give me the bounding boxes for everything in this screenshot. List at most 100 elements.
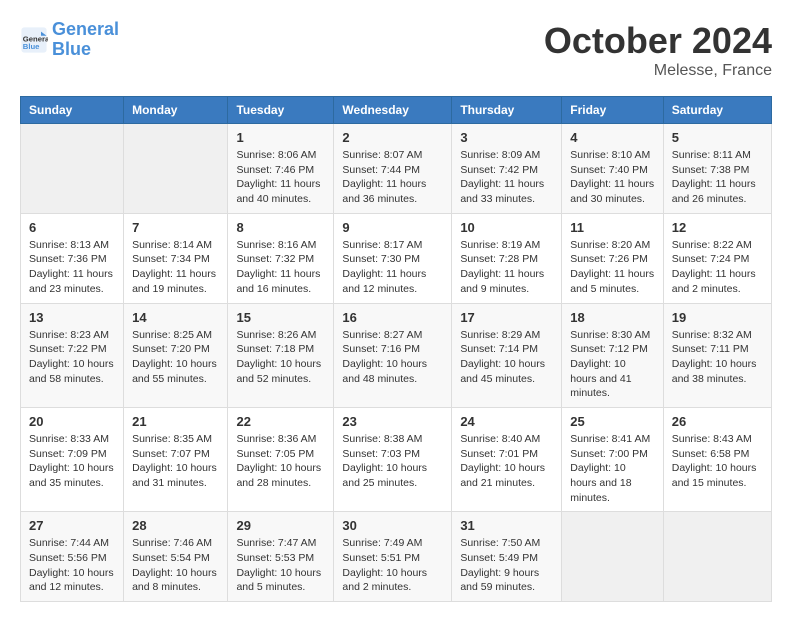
- calendar-cell: 24 Sunrise: 8:40 AMSunset: 7:01 PMDaylig…: [452, 407, 562, 511]
- day-info: Sunrise: 8:14 AMSunset: 7:34 PMDaylight:…: [132, 238, 219, 297]
- day-number: 10: [460, 220, 553, 235]
- day-info: Sunrise: 8:19 AMSunset: 7:28 PMDaylight:…: [460, 238, 553, 297]
- day-info: Sunrise: 8:23 AMSunset: 7:22 PMDaylight:…: [29, 328, 115, 387]
- calendar-cell: 17 Sunrise: 8:29 AMSunset: 7:14 PMDaylig…: [452, 303, 562, 407]
- weekday-header-monday: Monday: [124, 97, 228, 124]
- calendar-cell: 1 Sunrise: 8:06 AMSunset: 7:46 PMDayligh…: [228, 124, 334, 214]
- day-info: Sunrise: 7:44 AMSunset: 5:56 PMDaylight:…: [29, 536, 115, 595]
- day-number: 23: [342, 414, 443, 429]
- day-number: 2: [342, 130, 443, 145]
- day-info: Sunrise: 7:46 AMSunset: 5:54 PMDaylight:…: [132, 536, 219, 595]
- weekday-header-friday: Friday: [562, 97, 664, 124]
- calendar-cell: [562, 512, 664, 602]
- title-area: October 2024 Melesse, France: [544, 20, 772, 80]
- day-number: 4: [570, 130, 655, 145]
- day-number: 29: [236, 518, 325, 533]
- calendar-cell: 11 Sunrise: 8:20 AMSunset: 7:26 PMDaylig…: [562, 213, 664, 303]
- day-number: 6: [29, 220, 115, 235]
- day-number: 22: [236, 414, 325, 429]
- day-number: 14: [132, 310, 219, 325]
- calendar-cell: 22 Sunrise: 8:36 AMSunset: 7:05 PMDaylig…: [228, 407, 334, 511]
- calendar-cell: 18 Sunrise: 8:30 AMSunset: 7:12 PMDaylig…: [562, 303, 664, 407]
- day-number: 25: [570, 414, 655, 429]
- day-number: 1: [236, 130, 325, 145]
- day-info: Sunrise: 8:40 AMSunset: 7:01 PMDaylight:…: [460, 432, 553, 491]
- day-number: 18: [570, 310, 655, 325]
- calendar-cell: 16 Sunrise: 8:27 AMSunset: 7:16 PMDaylig…: [334, 303, 452, 407]
- calendar-cell: 9 Sunrise: 8:17 AMSunset: 7:30 PMDayligh…: [334, 213, 452, 303]
- calendar-cell: 27 Sunrise: 7:44 AMSunset: 5:56 PMDaylig…: [21, 512, 124, 602]
- day-info: Sunrise: 7:50 AMSunset: 5:49 PMDaylight:…: [460, 536, 553, 595]
- calendar-cell: 31 Sunrise: 7:50 AMSunset: 5:49 PMDaylig…: [452, 512, 562, 602]
- calendar-cell: 12 Sunrise: 8:22 AMSunset: 7:24 PMDaylig…: [663, 213, 771, 303]
- day-info: Sunrise: 8:06 AMSunset: 7:46 PMDaylight:…: [236, 148, 325, 207]
- week-row-2: 6 Sunrise: 8:13 AMSunset: 7:36 PMDayligh…: [21, 213, 772, 303]
- logo-text: GeneralBlue: [52, 20, 119, 60]
- day-info: Sunrise: 8:07 AMSunset: 7:44 PMDaylight:…: [342, 148, 443, 207]
- calendar-cell: 13 Sunrise: 8:23 AMSunset: 7:22 PMDaylig…: [21, 303, 124, 407]
- calendar-cell: 2 Sunrise: 8:07 AMSunset: 7:44 PMDayligh…: [334, 124, 452, 214]
- day-number: 13: [29, 310, 115, 325]
- calendar-cell: 26 Sunrise: 8:43 AMSunset: 6:58 PMDaylig…: [663, 407, 771, 511]
- day-number: 19: [672, 310, 763, 325]
- day-number: 31: [460, 518, 553, 533]
- calendar-cell: 20 Sunrise: 8:33 AMSunset: 7:09 PMDaylig…: [21, 407, 124, 511]
- calendar-cell: 15 Sunrise: 8:26 AMSunset: 7:18 PMDaylig…: [228, 303, 334, 407]
- day-info: Sunrise: 8:22 AMSunset: 7:24 PMDaylight:…: [672, 238, 763, 297]
- calendar-cell: 21 Sunrise: 8:35 AMSunset: 7:07 PMDaylig…: [124, 407, 228, 511]
- day-info: Sunrise: 8:16 AMSunset: 7:32 PMDaylight:…: [236, 238, 325, 297]
- calendar-cell: 29 Sunrise: 7:47 AMSunset: 5:53 PMDaylig…: [228, 512, 334, 602]
- day-info: Sunrise: 8:27 AMSunset: 7:16 PMDaylight:…: [342, 328, 443, 387]
- calendar-cell: 30 Sunrise: 7:49 AMSunset: 5:51 PMDaylig…: [334, 512, 452, 602]
- calendar-cell: 3 Sunrise: 8:09 AMSunset: 7:42 PMDayligh…: [452, 124, 562, 214]
- day-number: 3: [460, 130, 553, 145]
- day-info: Sunrise: 8:41 AMSunset: 7:00 PMDaylight:…: [570, 432, 655, 505]
- day-number: 21: [132, 414, 219, 429]
- weekday-header-row: SundayMondayTuesdayWednesdayThursdayFrid…: [21, 97, 772, 124]
- calendar-cell: [663, 512, 771, 602]
- day-number: 5: [672, 130, 763, 145]
- day-number: 17: [460, 310, 553, 325]
- logo-icon: General Blue: [20, 26, 48, 54]
- week-row-3: 13 Sunrise: 8:23 AMSunset: 7:22 PMDaylig…: [21, 303, 772, 407]
- day-info: Sunrise: 8:36 AMSunset: 7:05 PMDaylight:…: [236, 432, 325, 491]
- calendar-cell: 4 Sunrise: 8:10 AMSunset: 7:40 PMDayligh…: [562, 124, 664, 214]
- day-info: Sunrise: 8:43 AMSunset: 6:58 PMDaylight:…: [672, 432, 763, 491]
- day-info: Sunrise: 8:38 AMSunset: 7:03 PMDaylight:…: [342, 432, 443, 491]
- day-number: 20: [29, 414, 115, 429]
- day-number: 11: [570, 220, 655, 235]
- week-row-5: 27 Sunrise: 7:44 AMSunset: 5:56 PMDaylig…: [21, 512, 772, 602]
- day-number: 15: [236, 310, 325, 325]
- calendar-cell: [21, 124, 124, 214]
- day-info: Sunrise: 8:11 AMSunset: 7:38 PMDaylight:…: [672, 148, 763, 207]
- day-number: 16: [342, 310, 443, 325]
- weekday-header-saturday: Saturday: [663, 97, 771, 124]
- day-number: 24: [460, 414, 553, 429]
- day-number: 26: [672, 414, 763, 429]
- calendar-cell: 23 Sunrise: 8:38 AMSunset: 7:03 PMDaylig…: [334, 407, 452, 511]
- calendar-cell: 8 Sunrise: 8:16 AMSunset: 7:32 PMDayligh…: [228, 213, 334, 303]
- day-number: 8: [236, 220, 325, 235]
- calendar-cell: 25 Sunrise: 8:41 AMSunset: 7:00 PMDaylig…: [562, 407, 664, 511]
- day-info: Sunrise: 7:49 AMSunset: 5:51 PMDaylight:…: [342, 536, 443, 595]
- day-info: Sunrise: 8:33 AMSunset: 7:09 PMDaylight:…: [29, 432, 115, 491]
- day-info: Sunrise: 8:25 AMSunset: 7:20 PMDaylight:…: [132, 328, 219, 387]
- day-number: 28: [132, 518, 219, 533]
- calendar-cell: 6 Sunrise: 8:13 AMSunset: 7:36 PMDayligh…: [21, 213, 124, 303]
- svg-text:Blue: Blue: [23, 42, 40, 51]
- day-number: 7: [132, 220, 219, 235]
- calendar-cell: 19 Sunrise: 8:32 AMSunset: 7:11 PMDaylig…: [663, 303, 771, 407]
- day-number: 9: [342, 220, 443, 235]
- page-header: General Blue GeneralBlue October 2024 Me…: [20, 20, 772, 80]
- weekday-header-wednesday: Wednesday: [334, 97, 452, 124]
- weekday-header-tuesday: Tuesday: [228, 97, 334, 124]
- calendar-cell: 7 Sunrise: 8:14 AMSunset: 7:34 PMDayligh…: [124, 213, 228, 303]
- day-info: Sunrise: 8:30 AMSunset: 7:12 PMDaylight:…: [570, 328, 655, 401]
- day-info: Sunrise: 8:35 AMSunset: 7:07 PMDaylight:…: [132, 432, 219, 491]
- week-row-4: 20 Sunrise: 8:33 AMSunset: 7:09 PMDaylig…: [21, 407, 772, 511]
- day-info: Sunrise: 7:47 AMSunset: 5:53 PMDaylight:…: [236, 536, 325, 595]
- day-info: Sunrise: 8:26 AMSunset: 7:18 PMDaylight:…: [236, 328, 325, 387]
- day-info: Sunrise: 8:20 AMSunset: 7:26 PMDaylight:…: [570, 238, 655, 297]
- day-number: 12: [672, 220, 763, 235]
- calendar-cell: 28 Sunrise: 7:46 AMSunset: 5:54 PMDaylig…: [124, 512, 228, 602]
